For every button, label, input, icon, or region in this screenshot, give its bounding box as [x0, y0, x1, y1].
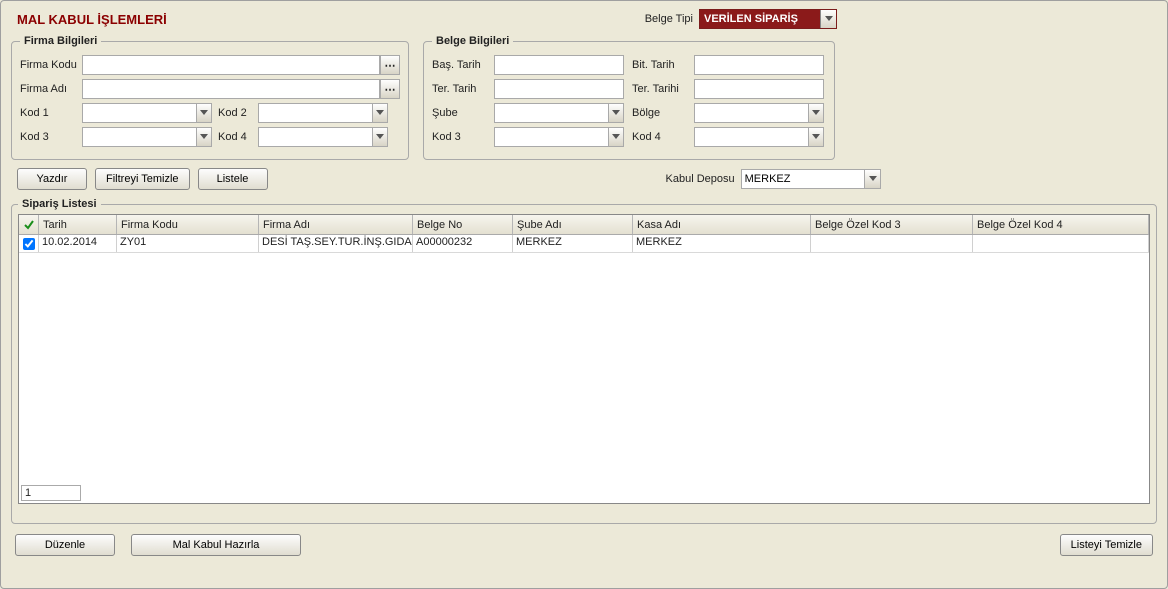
- siparis-listesi-group: Sipariş Listesi Tarih Firma Kodu Firma A…: [11, 198, 1157, 524]
- ter-tarih-label: Ter. Tarih: [432, 83, 494, 95]
- belge-tipi-select[interactable]: VERİLEN SİPARİŞ: [699, 9, 837, 29]
- kod4-input[interactable]: [259, 128, 372, 146]
- yazdir-button[interactable]: Yazdır: [17, 168, 87, 190]
- kod3-combo[interactable]: [82, 127, 212, 147]
- belge-tipi-group: Belge Tipi VERİLEN SİPARİŞ: [645, 9, 837, 29]
- duzenle-button[interactable]: Düzenle: [15, 534, 115, 556]
- kod3-input[interactable]: [83, 128, 196, 146]
- cell-firma-kodu: ZY01: [117, 235, 259, 252]
- col-ozel-kod4[interactable]: Belge Özel Kod 4: [973, 215, 1149, 234]
- kod1-input[interactable]: [83, 104, 196, 122]
- cell-kasa-adi: MERKEZ: [633, 235, 811, 252]
- filtreyi-temizle-button[interactable]: Filtreyi Temizle: [95, 168, 190, 190]
- grid-header: Tarih Firma Kodu Firma Adı Belge No Şube…: [19, 215, 1149, 235]
- firma-kodu-label: Firma Kodu: [20, 59, 82, 71]
- col-belge-no[interactable]: Belge No: [413, 215, 513, 234]
- bottom-row: Düzenle Mal Kabul Hazırla Listeyi Temizl…: [9, 534, 1159, 556]
- check-icon: [23, 219, 34, 231]
- belge-kod3-label: Kod 3: [432, 131, 494, 143]
- belge-tipi-label: Belge Tipi: [645, 13, 693, 25]
- bolge-label: Bölge: [632, 107, 694, 119]
- belge-kod4-input[interactable]: [695, 128, 808, 146]
- chevron-down-icon[interactable]: [608, 128, 623, 146]
- cell-ozel-kod4: [973, 235, 1149, 252]
- belge-kod4-combo[interactable]: [694, 127, 824, 147]
- firma-adi-input[interactable]: [82, 79, 380, 99]
- ter-tarihi-label: Ter. Tarihi: [632, 83, 694, 95]
- kod2-label: Kod 2: [218, 107, 258, 119]
- sube-combo[interactable]: [494, 103, 624, 123]
- kod1-label: Kod 1: [20, 107, 82, 119]
- bolge-combo[interactable]: [694, 103, 824, 123]
- col-sube-adi[interactable]: Şube Adı: [513, 215, 633, 234]
- ter-tarih-input[interactable]: [494, 79, 624, 99]
- row-check-cell[interactable]: [19, 235, 39, 252]
- header-row: MAL KABUL İŞLEMLERİ Belge Tipi VERİLEN S…: [9, 7, 1159, 31]
- belge-tipi-value: VERİLEN SİPARİŞ: [704, 13, 798, 25]
- action-row: Yazdır Filtreyi Temizle Listele Kabul De…: [9, 168, 1159, 190]
- mal-kabul-hazirla-button[interactable]: Mal Kabul Hazırla: [131, 534, 301, 556]
- chevron-down-icon[interactable]: [820, 10, 836, 28]
- belge-legend: Belge Bilgileri: [432, 35, 513, 47]
- kabul-deposu-label: Kabul Deposu: [666, 173, 735, 185]
- firma-bilgileri-group: Firma Bilgileri Firma Kodu ⋯ Firma Adı ⋯…: [11, 35, 409, 160]
- chevron-down-icon[interactable]: [808, 104, 823, 122]
- row-checkbox[interactable]: [23, 238, 35, 250]
- grid-header-check[interactable]: [19, 215, 39, 234]
- chevron-down-icon[interactable]: [372, 128, 387, 146]
- cell-firma-adi: DESİ TAŞ.SEY.TUR.İNŞ.GIDA: [259, 235, 413, 252]
- page-title: MAL KABUL İŞLEMLERİ: [17, 12, 167, 27]
- siparis-listesi-legend: Sipariş Listesi: [18, 198, 101, 210]
- siparis-grid[interactable]: Tarih Firma Kodu Firma Adı Belge No Şube…: [18, 214, 1150, 504]
- firma-legend: Firma Bilgileri: [20, 35, 101, 47]
- belge-kod3-combo[interactable]: [494, 127, 624, 147]
- kod2-combo[interactable]: [258, 103, 388, 123]
- bolge-input[interactable]: [695, 104, 808, 122]
- cell-ozel-kod3: [811, 235, 973, 252]
- chevron-down-icon[interactable]: [372, 104, 387, 122]
- cell-tarih: 10.02.2014: [39, 235, 117, 252]
- listeyi-temizle-button[interactable]: Listeyi Temizle: [1060, 534, 1153, 556]
- chevron-down-icon[interactable]: [864, 170, 879, 188]
- belge-kod4-label: Kod 4: [632, 131, 694, 143]
- group-row: Firma Bilgileri Firma Kodu ⋯ Firma Adı ⋯…: [9, 35, 1159, 160]
- chevron-down-icon[interactable]: [196, 128, 211, 146]
- listele-button[interactable]: Listele: [198, 168, 268, 190]
- col-firma-kodu[interactable]: Firma Kodu: [117, 215, 259, 234]
- firma-adi-label: Firma Adı: [20, 83, 82, 95]
- bottom-left: Düzenle Mal Kabul Hazırla: [15, 534, 301, 556]
- firma-kodu-lookup-button[interactable]: ⋯: [380, 55, 400, 75]
- kod4-combo[interactable]: [258, 127, 388, 147]
- col-tarih[interactable]: Tarih: [39, 215, 117, 234]
- chevron-down-icon[interactable]: [608, 104, 623, 122]
- col-ozel-kod3[interactable]: Belge Özel Kod 3: [811, 215, 973, 234]
- bit-tarih-label: Bit. Tarih: [632, 59, 694, 71]
- bas-tarih-input[interactable]: [494, 55, 624, 75]
- belge-kod3-input[interactable]: [495, 128, 608, 146]
- chevron-down-icon[interactable]: [808, 128, 823, 146]
- ter-tarihi-input[interactable]: [694, 79, 824, 99]
- bas-tarih-label: Baş. Tarih: [432, 59, 494, 71]
- kod3-label: Kod 3: [20, 131, 82, 143]
- cell-belge-no: A00000232: [413, 235, 513, 252]
- col-kasa-adi[interactable]: Kasa Adı: [633, 215, 811, 234]
- grid-footer-count: 1: [21, 485, 81, 501]
- firma-kodu-input[interactable]: [82, 55, 380, 75]
- col-firma-adi[interactable]: Firma Adı: [259, 215, 413, 234]
- table-row[interactable]: 10.02.2014 ZY01 DESİ TAŞ.SEY.TUR.İNŞ.GID…: [19, 235, 1149, 253]
- kod4-label: Kod 4: [218, 131, 258, 143]
- cell-sube-adi: MERKEZ: [513, 235, 633, 252]
- sube-label: Şube: [432, 107, 494, 119]
- bit-tarih-input[interactable]: [694, 55, 824, 75]
- kod1-combo[interactable]: [82, 103, 212, 123]
- belge-bilgileri-group: Belge Bilgileri Baş. Tarih Bit. Tarih Te…: [423, 35, 835, 160]
- kabul-deposu-group: Kabul Deposu: [666, 169, 881, 189]
- kabul-deposu-combo[interactable]: [741, 169, 881, 189]
- kabul-deposu-input[interactable]: [742, 170, 865, 188]
- chevron-down-icon[interactable]: [196, 104, 211, 122]
- main-window: MAL KABUL İŞLEMLERİ Belge Tipi VERİLEN S…: [0, 0, 1168, 589]
- firma-adi-lookup-button[interactable]: ⋯: [380, 79, 400, 99]
- kod2-input[interactable]: [259, 104, 372, 122]
- sube-input[interactable]: [495, 104, 608, 122]
